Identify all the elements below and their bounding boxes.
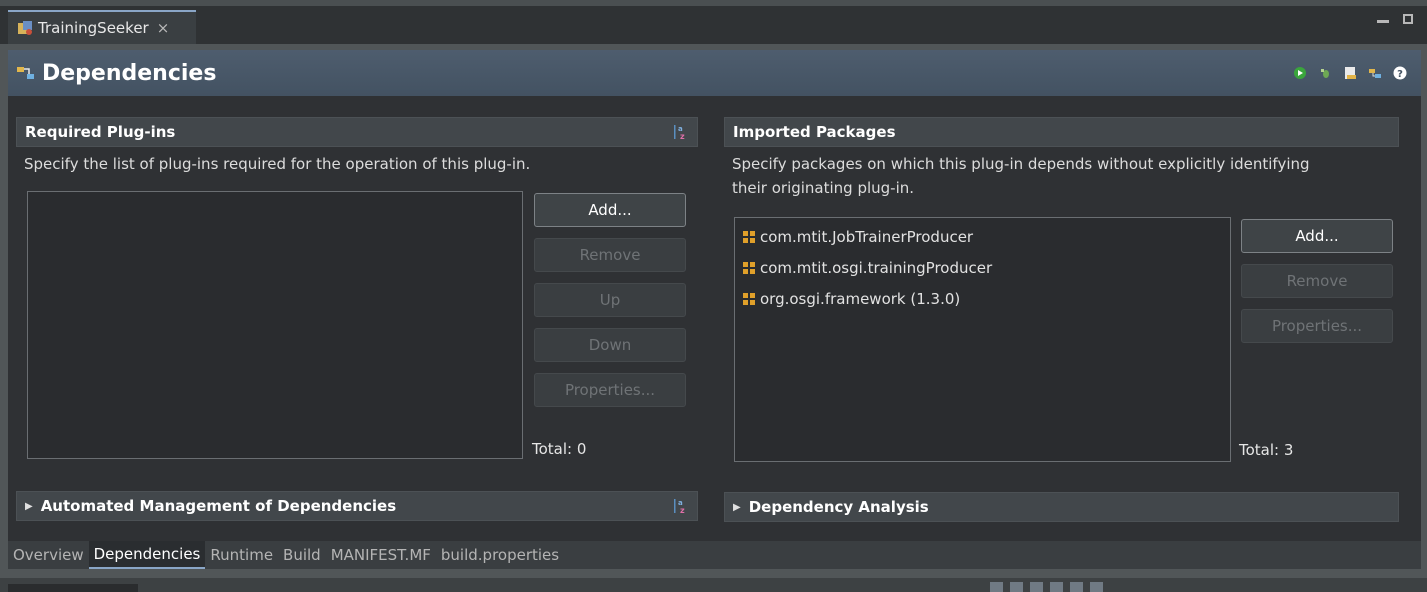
imported-add-button[interactable]: Add... — [1241, 219, 1393, 253]
list-item[interactable]: org.osgi.framework (1.3.0) — [735, 283, 1230, 314]
status-field — [8, 584, 138, 592]
maximize-icon[interactable] — [1403, 14, 1413, 24]
dependencies-icon — [17, 67, 34, 79]
svg-text:?: ? — [1397, 69, 1403, 80]
package-name: com.mtit.JobTrainerProducer — [760, 227, 974, 246]
status-tool-icon[interactable] — [1050, 582, 1063, 592]
required-up-button[interactable]: Up — [534, 283, 686, 317]
help-icon[interactable]: ? — [1393, 66, 1407, 80]
package-name: com.mtit.osgi.trainingProducer — [760, 258, 993, 277]
required-plugins-list[interactable] — [27, 191, 523, 459]
imported-packages-total: Total: 3 — [1239, 441, 1294, 459]
package-icon — [743, 292, 755, 305]
required-plugins-total: Total: 0 — [532, 440, 587, 458]
section-imported-packages[interactable]: Imported Packages — [724, 117, 1399, 147]
package-icon — [743, 261, 755, 274]
list-item[interactable]: com.mtit.osgi.trainingProducer — [735, 252, 1230, 283]
sort-alphabetical-icon[interactable]: a z — [673, 497, 689, 515]
minimize-icon[interactable] — [1377, 20, 1389, 23]
required-remove-button[interactable]: Remove — [534, 238, 686, 272]
status-toolbar — [990, 582, 1103, 592]
status-tool-icon[interactable] — [1030, 582, 1043, 592]
tab-manifest[interactable]: MANIFEST.MF — [326, 541, 436, 569]
expand-chevron-icon[interactable]: ▶ — [25, 501, 33, 512]
section-automated-management[interactable]: ▶ Automated Management of Dependencies a… — [16, 491, 698, 521]
sort-alphabetical-icon[interactable]: a z — [673, 123, 689, 141]
imported-remove-button[interactable]: Remove — [1241, 264, 1393, 298]
section-required-plugins[interactable]: Required Plug-ins a z — [16, 117, 698, 147]
manifest-icon[interactable] — [1368, 66, 1382, 80]
editor-page-tabs: Overview Dependencies Runtime Build MANI… — [8, 541, 1421, 569]
tab-dependencies[interactable]: Dependencies — [88, 541, 206, 569]
tab-build-properties[interactable]: build.properties — [436, 541, 564, 569]
status-bar — [0, 578, 1427, 592]
editor-tab-label: TrainingSeeker — [38, 19, 149, 37]
section-title: Required Plug-ins — [25, 123, 176, 141]
run-icon[interactable] — [1293, 66, 1307, 80]
header-toolbar: ? — [1293, 66, 1407, 80]
status-tool-icon[interactable] — [1010, 582, 1023, 592]
required-plugins-description: Specify the list of plug-ins required fo… — [24, 155, 531, 173]
imported-properties-button[interactable]: Properties... — [1241, 309, 1393, 343]
editor-tab-trainingseeker[interactable]: TrainingSeeker × — [8, 10, 196, 44]
expand-chevron-icon[interactable]: ▶ — [733, 502, 741, 513]
status-tool-icon[interactable] — [1090, 582, 1103, 592]
section-dependency-analysis[interactable]: ▶ Dependency Analysis — [724, 492, 1399, 522]
description-line: their originating plug-in. — [732, 179, 915, 197]
required-properties-button[interactable]: Properties... — [534, 373, 686, 407]
imported-packages-list[interactable]: com.mtit.JobTrainerProducer com.mtit.osg… — [734, 217, 1231, 462]
section-title: Automated Management of Dependencies — [40, 497, 397, 515]
form-header: Dependencies ? — [8, 50, 1421, 96]
tab-overview[interactable]: Overview — [8, 541, 89, 569]
tab-build[interactable]: Build — [278, 541, 326, 569]
form-content: Required Plug-ins a z Specify the list o… — [8, 96, 1421, 541]
package-name: org.osgi.framework (1.3.0) — [760, 289, 961, 308]
description-line: Specify packages on which this plug-in d… — [732, 155, 1310, 173]
section-title: Dependency Analysis — [748, 498, 929, 516]
svg-text:z: z — [680, 132, 685, 141]
svg-text:z: z — [680, 506, 685, 515]
required-down-button[interactable]: Down — [534, 328, 686, 362]
package-icon — [743, 230, 755, 243]
imported-packages-description: Specify packages on which this plug-in d… — [732, 152, 1400, 200]
status-tool-icon[interactable] — [1070, 582, 1083, 592]
section-title: Imported Packages — [733, 123, 896, 141]
editor-tab-bar — [0, 6, 1427, 44]
view-controls — [1377, 14, 1413, 24]
debug-icon[interactable] — [1318, 66, 1332, 80]
page-title: Dependencies — [42, 60, 217, 86]
plugin-manifest-icon — [18, 21, 32, 35]
export-icon[interactable] — [1343, 66, 1357, 80]
list-item[interactable]: com.mtit.JobTrainerProducer — [735, 221, 1230, 252]
close-icon[interactable]: × — [157, 19, 170, 37]
tab-runtime[interactable]: Runtime — [205, 541, 278, 569]
status-tool-icon[interactable] — [990, 582, 1003, 592]
required-add-button[interactable]: Add... — [534, 193, 686, 227]
